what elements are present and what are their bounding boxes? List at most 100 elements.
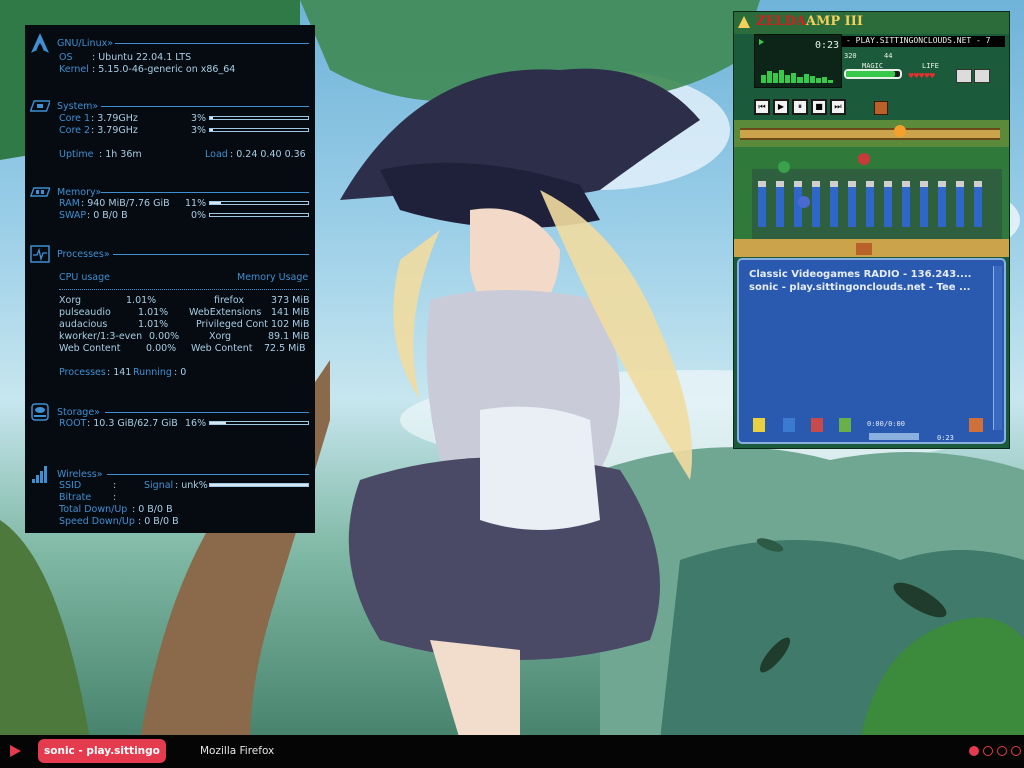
mem-process-name: firefox (214, 295, 245, 306)
pause-button[interactable]: ⏸ (792, 99, 808, 115)
section-divider (101, 106, 309, 107)
section-divider (115, 43, 309, 44)
mem-process-name: Web Content (191, 343, 253, 354)
playing-indicator-icon (759, 39, 764, 45)
playlist-toggle[interactable] (974, 69, 990, 83)
section-title: Processes» (57, 249, 110, 260)
equalizer-toggle[interactable] (956, 69, 972, 83)
ram-value: : 940 MiB/7.76 GiB (81, 198, 170, 209)
root-value: : 10.3 GiB/62.7 GiB (87, 418, 178, 429)
cpu-process-name: audacious (59, 319, 108, 330)
arch-linux-logo-icon (31, 33, 49, 53)
player-display: 0:23 (754, 34, 842, 88)
play-button[interactable]: ▶ (773, 99, 789, 115)
misc-button[interactable] (839, 418, 851, 432)
root-usage-bar (209, 421, 309, 425)
volume-magic-bar[interactable] (844, 69, 902, 79)
signal-strength-bar (209, 483, 309, 487)
triforce-menu-icon[interactable] (738, 16, 750, 28)
section-divider (113, 254, 309, 255)
section-processes: Processes» (25, 244, 315, 266)
speed-down-up-value: : 0 B/0 B (138, 516, 179, 527)
conky-system-monitor: GNU/Linux» OS : Ubuntu 22.04.1 LTS Kerne… (25, 25, 315, 533)
select-button[interactable] (811, 418, 823, 432)
remove-file-button[interactable] (783, 418, 795, 432)
section-title: Storage» (57, 407, 100, 418)
total-down-up-label: Total Down/Up (59, 504, 128, 515)
wifi-signal-icon (32, 466, 47, 483)
elapsed-time[interactable]: 0:23 (815, 40, 839, 51)
processes-count-label: Processes (59, 367, 106, 378)
os-label: OS (59, 52, 73, 63)
seek-fire-icon[interactable] (894, 125, 906, 137)
playlist-item[interactable]: sonic - play.sittingonclouds.net - Tee .… (749, 282, 989, 293)
stop-button[interactable]: ■ (811, 99, 827, 115)
mem-process-value: 102 MiB (271, 319, 310, 330)
playlist-item[interactable]: Classic Videogames RADIO - 136.243.... (749, 269, 989, 280)
workspace-3[interactable] (997, 746, 1007, 756)
list-options-button[interactable] (969, 418, 983, 432)
cpu-usage-header: CPU usage (59, 272, 111, 283)
memory-ram-icon (30, 187, 50, 197)
taskbar: sonic - play.sittingo Mozilla Firefox (0, 735, 1024, 768)
task-audacious[interactable]: sonic - play.sittingo (38, 739, 166, 763)
section-title: GNU/Linux» (57, 38, 114, 49)
workspace-2[interactable] (983, 746, 993, 756)
workspace-4[interactable] (1011, 746, 1021, 756)
audacious-player-window[interactable]: ZELDAAMP III 0:23 - PLAY.SITTINGONCLOUDS… (733, 11, 1010, 449)
eject-treasure-chest-button[interactable] (874, 101, 888, 115)
swap-label: SWAP (59, 210, 87, 221)
player-title-bar[interactable]: ZELDAAMP III (734, 12, 1009, 34)
running-value: : 0 (174, 367, 187, 378)
workspace-1[interactable] (969, 746, 979, 756)
running-label: Running (133, 367, 172, 378)
ram-usage-bar (209, 201, 309, 205)
cpu-process-name: Web Content (59, 343, 121, 354)
section-divider (107, 474, 309, 475)
mem-process-value: 373 MiB (271, 295, 310, 306)
load-label: Load (205, 149, 228, 160)
song-title-text: - PLAY.SITTINGONCLOUDS.NET - 7 (846, 36, 991, 45)
bitrate-readout: 320 (844, 52, 857, 60)
core-1-label: Core 1 (59, 113, 91, 124)
playlist-panel[interactable]: Classic Videogames RADIO - 136.243.... s… (737, 258, 1006, 444)
life-label: LIFE (922, 62, 939, 70)
kernel-value: : 5.15.0-46-generic on x86_64 (92, 64, 236, 75)
cpu-chip-icon (30, 100, 50, 112)
playback-controls: ⏮ ▶ ⏸ ■ ⏭ (754, 99, 846, 115)
section-divider (101, 192, 309, 193)
core-2-value: : 3.79GHz (91, 125, 138, 136)
balance-hearts[interactable]: ♥♥♥♥♥ (908, 72, 935, 80)
next-track-button[interactable]: ⏭ (830, 99, 846, 115)
ssid-label: SSID (59, 480, 82, 491)
spectrum-visualizer[interactable] (761, 69, 833, 83)
signal-label: Signal (144, 480, 174, 491)
playlist-scrollbar[interactable] (993, 266, 1002, 430)
swap-percent: 0% (191, 210, 207, 221)
previous-track-button[interactable]: ⏮ (754, 99, 770, 115)
add-file-button[interactable] (753, 418, 765, 432)
playlist-mini-controls[interactable] (869, 433, 919, 440)
cpu-process-name: kworker/1:3-even (59, 331, 143, 342)
cpu-process-value: 0.00% (149, 331, 180, 342)
processes-count-value: : 141 (107, 367, 132, 378)
seek-bar-scene[interactable] (734, 120, 1009, 147)
section-title: System» (57, 101, 99, 112)
mem-process-name: Xorg (209, 331, 232, 342)
ssid-value: : (113, 480, 117, 491)
core-1-usage-bar (209, 116, 309, 120)
load-value: : 0.24 0.40 0.36 (230, 149, 306, 160)
play-menu-icon[interactable] (10, 745, 21, 757)
core-1-value: : 3.79GHz (91, 113, 138, 124)
cpu-process-name: Xorg (59, 295, 82, 306)
section-title: Wireless» (57, 469, 103, 480)
task-firefox[interactable]: Mozilla Firefox (200, 739, 274, 763)
process-divider (59, 289, 309, 290)
kernel-label: Kernel (59, 64, 89, 75)
seek-track[interactable] (740, 128, 1000, 140)
section-title: Memory» (57, 187, 102, 198)
activity-monitor-icon (30, 245, 50, 263)
memory-usage-header: Memory Usage (237, 272, 309, 283)
song-title-marquee[interactable]: - PLAY.SITTINGONCLOUDS.NET - 7 (842, 36, 1005, 47)
os-value: : Ubuntu 22.04.1 LTS (92, 52, 192, 63)
